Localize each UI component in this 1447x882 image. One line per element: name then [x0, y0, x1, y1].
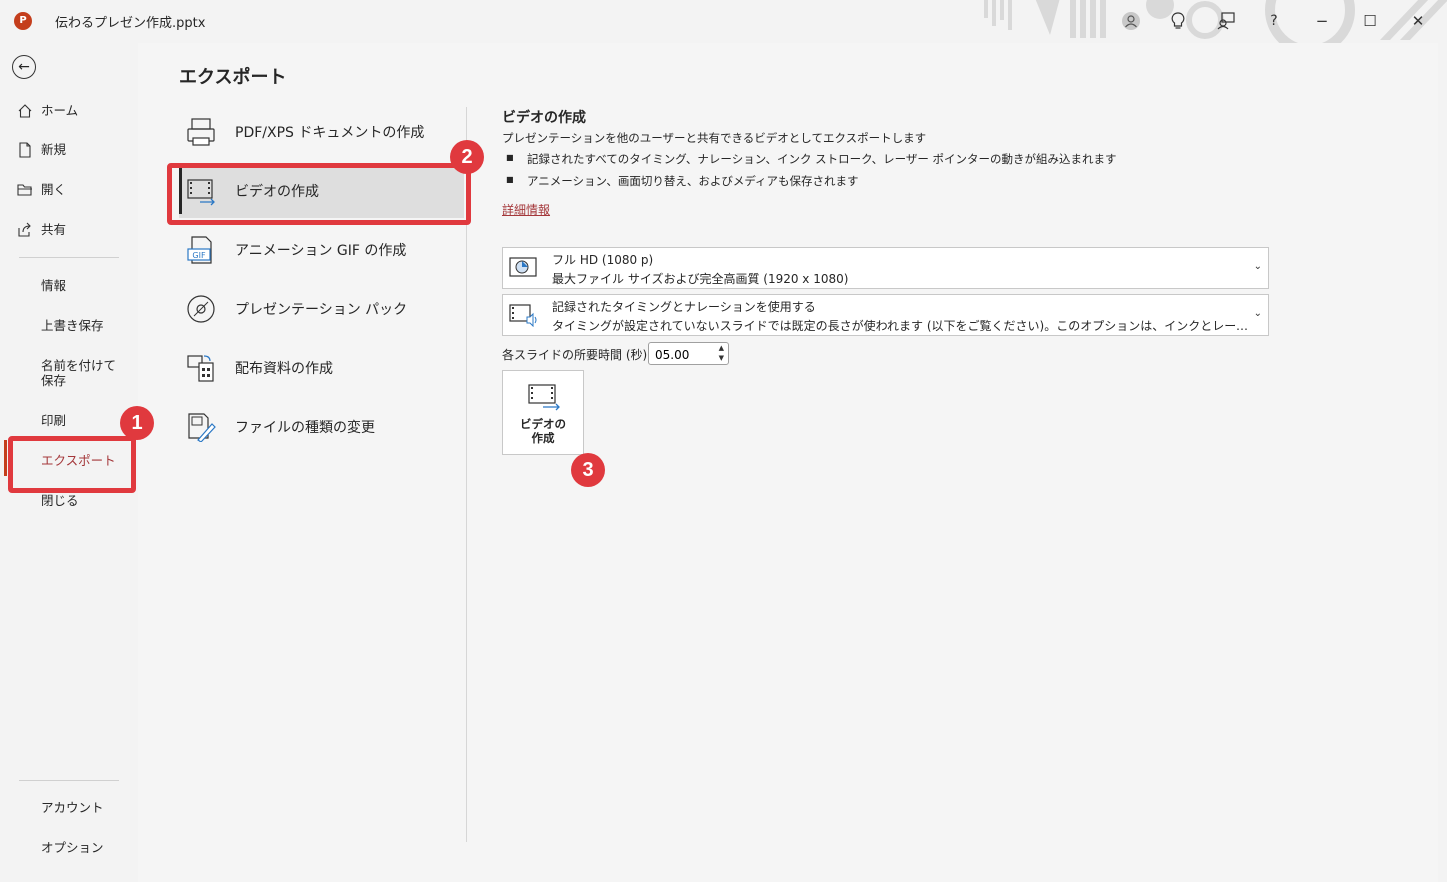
video-narration-icon — [509, 304, 537, 327]
nav-item-label: 上書き保存 — [41, 318, 104, 333]
nav-item-label: 共有 — [41, 222, 67, 237]
maximize-icon[interactable]: ☐ — [1357, 9, 1383, 33]
lightbulb-icon[interactable] — [1165, 9, 1191, 33]
quality-title: フル HD (1080 p) — [552, 253, 654, 267]
nav-item-label: 閉じる — [41, 493, 79, 508]
annotation-highlight-video — [167, 163, 471, 225]
export-option-label: プレゼンテーション パック — [235, 302, 408, 318]
detail-description: プレゼンテーションを他のユーザーと共有できるビデオとしてエクスポートします — [502, 131, 927, 145]
annotation-badge-2: 2 — [450, 140, 484, 174]
handout-icon — [187, 355, 214, 382]
annotation-highlight-export — [8, 436, 136, 493]
export-option-label: PDF/XPS ドキュメントの作成 — [235, 125, 425, 141]
nav-active-indicator — [4, 440, 7, 476]
gif-icon: GIF — [187, 236, 212, 264]
stepper-up-icon[interactable]: ▲ — [719, 344, 724, 352]
export-option-handout[interactable]: 配布資料の作成 — [179, 341, 464, 395]
close-icon[interactable]: ✕ — [1405, 9, 1431, 33]
timing-description: タイミングが設定されていないスライドでは既定の長さが使われます (以下をご覧くだ… — [552, 319, 1252, 333]
cd-package-icon — [187, 295, 215, 323]
nav-item-label: 開く — [41, 182, 67, 197]
annotation-badge-3: 3 — [571, 453, 605, 487]
detail-title: ビデオの作成 — [502, 110, 586, 126]
title-bar: P 伝わるプレゼン作成.pptx ? − ☐ ✕ — [0, 0, 1447, 43]
learn-more-link[interactable]: 詳細情報 — [502, 201, 550, 218]
share-icon — [18, 222, 31, 237]
nav-divider — [19, 257, 119, 258]
export-option-gif[interactable]: GIF アニメーション GIF の作成 — [179, 223, 464, 277]
export-option-package[interactable]: プレゼンテーション パック — [179, 282, 464, 336]
home-icon — [18, 104, 32, 118]
monitor-quality-icon — [509, 257, 537, 277]
nav-item-label: オプション — [41, 840, 104, 855]
page-title: エクスポート — [179, 67, 287, 88]
minimize-icon[interactable]: − — [1309, 9, 1335, 33]
pdf-document-icon — [187, 118, 215, 146]
svg-text:GIF: GIF — [192, 251, 206, 260]
export-option-pdf[interactable]: PDF/XPS ドキュメントの作成 — [179, 105, 464, 159]
export-option-label: アニメーション GIF の作成 — [235, 243, 407, 259]
nav-item-label: アカウント — [41, 800, 104, 815]
slide-duration-label: 各スライドの所要時間 (秒): — [502, 348, 652, 362]
create-video-button[interactable]: ビデオの 作成 — [502, 370, 584, 455]
folder-icon — [17, 184, 32, 196]
nav-item-label: ホーム — [41, 103, 79, 118]
change-filetype-icon — [188, 413, 216, 442]
chevron-down-icon: ⌄ — [1253, 308, 1262, 319]
quality-description: 最大ファイル サイズおよび完全高画質 (1920 x 1080) — [552, 272, 849, 286]
annotation-badge-1: 1 — [120, 406, 154, 440]
account-icon[interactable] — [1118, 9, 1144, 33]
video-icon — [528, 384, 560, 411]
stepper-down-icon[interactable]: ▼ — [719, 354, 724, 362]
slide-duration-input[interactable] — [653, 345, 715, 364]
chevron-down-icon: ⌄ — [1253, 261, 1262, 272]
nav-item-label: 新規 — [41, 142, 67, 157]
nav-item-label: 名前を付けて保存 — [41, 358, 117, 388]
nav-item-label: 印刷 — [41, 413, 67, 428]
nav-divider — [19, 780, 119, 781]
export-option-label: 配布資料の作成 — [235, 361, 333, 377]
document-title: 伝わるプレゼン作成.pptx — [55, 16, 206, 31]
export-option-label: ファイルの種類の変更 — [235, 420, 375, 436]
feedback-icon[interactable] — [1213, 9, 1239, 33]
new-doc-icon — [19, 142, 31, 158]
slide-duration-stepper[interactable]: ▲ ▼ — [648, 342, 729, 365]
nav-item-label: 情報 — [41, 278, 67, 293]
help-icon[interactable]: ? — [1261, 9, 1287, 33]
powerpoint-app-icon: P — [14, 12, 32, 30]
timing-dropdown[interactable]: 記録されたタイミングとナレーションを使用する タイミングが設定されていないスライ… — [502, 294, 1269, 336]
quality-dropdown[interactable]: フル HD (1080 p) 最大ファイル サイズおよび完全高画質 (1920 … — [502, 247, 1269, 289]
export-option-change-type[interactable]: ファイルの種類の変更 — [179, 400, 464, 454]
create-video-label: ビデオの 作成 — [520, 417, 566, 445]
timing-title: 記録されたタイミングとナレーションを使用する — [552, 300, 816, 314]
back-arrow-icon[interactable]: ← — [12, 55, 36, 79]
